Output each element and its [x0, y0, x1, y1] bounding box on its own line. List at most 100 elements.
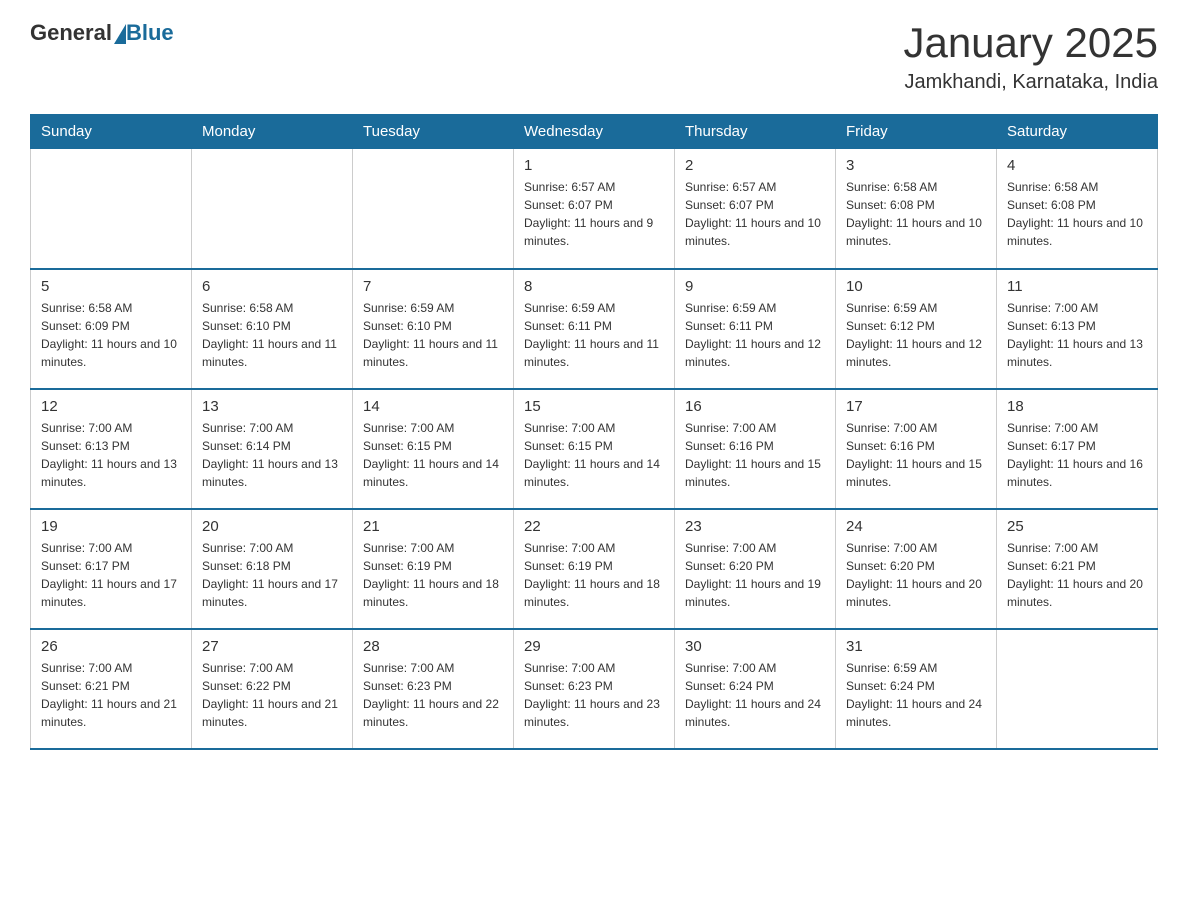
- calendar-day-cell: [31, 149, 192, 269]
- day-info: Sunrise: 6:57 AM Sunset: 6:07 PM Dayligh…: [524, 178, 664, 250]
- day-info: Sunrise: 6:59 AM Sunset: 6:11 PM Dayligh…: [524, 299, 664, 371]
- calendar-day-cell: 30Sunrise: 7:00 AM Sunset: 6:24 PM Dayli…: [675, 629, 836, 749]
- day-number: 1: [524, 157, 664, 174]
- day-number: 20: [202, 518, 342, 535]
- calendar-day-cell: 28 Sunrise: 7:00 AM Sunset: 6:23 PM Dayli…: [353, 629, 514, 749]
- day-number: 22: [524, 518, 664, 535]
- calendar-day-cell: [192, 149, 353, 269]
- calendar-week-row: 19Sunrise: 7:00 AM Sunset: 6:17 PM Dayli…: [31, 509, 1158, 629]
- day-info: Sunrise: 7:00 AM Sunset: 6:19 PM Dayligh…: [524, 539, 664, 611]
- calendar-week-row: 1 Sunrise: 6:57 AM Sunset: 6:07 PM Daylig…: [31, 149, 1158, 269]
- day-info: Sunrise: 7:00 AM Sunset: 6:16 PM Dayligh…: [846, 419, 986, 491]
- day-info: Sunrise: 7:00 AM Sunset: 6:17 PM Dayligh…: [1007, 419, 1147, 491]
- calendar-day-cell: 20 Sunrise: 7:00 AM Sunset: 6:18 PM Dayli…: [192, 509, 353, 629]
- weekday-header: Thursday: [675, 115, 836, 149]
- day-info: Sunrise: 7:00 AM Sunset: 6:20 PM Dayligh…: [846, 539, 986, 611]
- day-info: Sunrise: 7:00 AM Sunset: 6:18 PM Dayligh…: [202, 539, 342, 611]
- calendar-week-row: 26 Sunrise: 7:00 AM Sunset: 6:21 PM Dayli…: [31, 629, 1158, 749]
- weekday-header: Friday: [836, 115, 997, 149]
- day-info: Sunrise: 7:00 AM Sunset: 6:15 PM Dayligh…: [524, 419, 664, 491]
- calendar-day-cell: 7 Sunrise: 6:59 AM Sunset: 6:10 PM Daylig…: [353, 269, 514, 389]
- day-number: 8: [524, 278, 664, 295]
- calendar-day-cell: 24Sunrise: 7:00 AM Sunset: 6:20 PM Dayli…: [836, 509, 997, 629]
- day-number: 21: [363, 518, 503, 535]
- day-number: 26: [41, 638, 181, 655]
- day-info: Sunrise: 7:00 AM Sunset: 6:14 PM Dayligh…: [202, 419, 342, 491]
- calendar-day-cell: 8 Sunrise: 6:59 AM Sunset: 6:11 PM Daylig…: [514, 269, 675, 389]
- day-info: Sunrise: 6:59 AM Sunset: 6:12 PM Dayligh…: [846, 299, 986, 371]
- day-number: 5: [41, 278, 181, 295]
- day-number: 7: [363, 278, 503, 295]
- calendar-header-row: SundayMondayTuesdayWednesdayThursdayFrid…: [31, 115, 1158, 149]
- page-subtitle: Jamkhandi, Karnataka, India: [903, 71, 1158, 94]
- weekday-header: Monday: [192, 115, 353, 149]
- calendar-day-cell: 15 Sunrise: 7:00 AM Sunset: 6:15 PM Dayli…: [514, 389, 675, 509]
- day-number: 17: [846, 398, 986, 415]
- logo: General Blue: [30, 20, 174, 46]
- day-info: Sunrise: 6:58 AM Sunset: 6:08 PM Dayligh…: [1007, 178, 1147, 250]
- page-header: General Blue January 2025 Jamkhandi, Kar…: [30, 20, 1158, 94]
- calendar-day-cell: 18 Sunrise: 7:00 AM Sunset: 6:17 PM Dayli…: [997, 389, 1158, 509]
- day-info: Sunrise: 7:00 AM Sunset: 6:15 PM Dayligh…: [363, 419, 503, 491]
- calendar-day-cell: 26 Sunrise: 7:00 AM Sunset: 6:21 PM Dayli…: [31, 629, 192, 749]
- day-info: Sunrise: 7:00 AM Sunset: 6:23 PM Dayligh…: [524, 659, 664, 731]
- day-number: 14: [363, 398, 503, 415]
- day-number: 25: [1007, 518, 1147, 535]
- day-number: 28: [363, 638, 503, 655]
- day-info: Sunrise: 7:00 AM Sunset: 6:19 PM Dayligh…: [363, 539, 503, 611]
- title-block: January 2025 Jamkhandi, Karnataka, India: [903, 20, 1158, 94]
- calendar-day-cell: 12Sunrise: 7:00 AM Sunset: 6:13 PM Dayli…: [31, 389, 192, 509]
- calendar-day-cell: 19Sunrise: 7:00 AM Sunset: 6:17 PM Dayli…: [31, 509, 192, 629]
- calendar-day-cell: 1 Sunrise: 6:57 AM Sunset: 6:07 PM Daylig…: [514, 149, 675, 269]
- calendar-table: SundayMondayTuesdayWednesdayThursdayFrid…: [30, 114, 1158, 750]
- weekday-header: Tuesday: [353, 115, 514, 149]
- calendar-day-cell: 5Sunrise: 6:58 AM Sunset: 6:09 PM Daylig…: [31, 269, 192, 389]
- day-info: Sunrise: 6:59 AM Sunset: 6:11 PM Dayligh…: [685, 299, 825, 371]
- calendar-day-cell: 6Sunrise: 6:58 AM Sunset: 6:10 PM Daylig…: [192, 269, 353, 389]
- day-info: Sunrise: 6:57 AM Sunset: 6:07 PM Dayligh…: [685, 178, 825, 250]
- calendar-day-cell: 3 Sunrise: 6:58 AM Sunset: 6:08 PM Daylig…: [836, 149, 997, 269]
- calendar-day-cell: 31Sunrise: 6:59 AM Sunset: 6:24 PM Dayli…: [836, 629, 997, 749]
- day-info: Sunrise: 7:00 AM Sunset: 6:16 PM Dayligh…: [685, 419, 825, 491]
- calendar-day-cell: [353, 149, 514, 269]
- calendar-day-cell: [997, 629, 1158, 749]
- calendar-day-cell: 9 Sunrise: 6:59 AM Sunset: 6:11 PM Daylig…: [675, 269, 836, 389]
- calendar-week-row: 5Sunrise: 6:58 AM Sunset: 6:09 PM Daylig…: [31, 269, 1158, 389]
- day-number: 23: [685, 518, 825, 535]
- calendar-day-cell: 25Sunrise: 7:00 AM Sunset: 6:21 PM Dayli…: [997, 509, 1158, 629]
- calendar-day-cell: 21 Sunrise: 7:00 AM Sunset: 6:19 PM Dayli…: [353, 509, 514, 629]
- day-info: Sunrise: 6:59 AM Sunset: 6:10 PM Dayligh…: [363, 299, 503, 371]
- day-number: 18: [1007, 398, 1147, 415]
- calendar-day-cell: 27 Sunrise: 7:00 AM Sunset: 6:22 PM Dayli…: [192, 629, 353, 749]
- calendar-week-row: 12Sunrise: 7:00 AM Sunset: 6:13 PM Dayli…: [31, 389, 1158, 509]
- day-info: Sunrise: 6:58 AM Sunset: 6:08 PM Dayligh…: [846, 178, 986, 250]
- weekday-header: Sunday: [31, 115, 192, 149]
- day-info: Sunrise: 7:00 AM Sunset: 6:21 PM Dayligh…: [41, 659, 181, 731]
- weekday-header: Saturday: [997, 115, 1158, 149]
- calendar-day-cell: 10Sunrise: 6:59 AM Sunset: 6:12 PM Dayli…: [836, 269, 997, 389]
- day-info: Sunrise: 7:00 AM Sunset: 6:23 PM Dayligh…: [363, 659, 503, 731]
- day-info: Sunrise: 7:00 AM Sunset: 6:20 PM Dayligh…: [685, 539, 825, 611]
- day-number: 12: [41, 398, 181, 415]
- calendar-day-cell: 4 Sunrise: 6:58 AM Sunset: 6:08 PM Daylig…: [997, 149, 1158, 269]
- calendar-day-cell: 14 Sunrise: 7:00 AM Sunset: 6:15 PM Dayli…: [353, 389, 514, 509]
- calendar-day-cell: 2 Sunrise: 6:57 AM Sunset: 6:07 PM Daylig…: [675, 149, 836, 269]
- day-number: 9: [685, 278, 825, 295]
- day-number: 4: [1007, 157, 1147, 174]
- weekday-header: Wednesday: [514, 115, 675, 149]
- calendar-day-cell: 17 Sunrise: 7:00 AM Sunset: 6:16 PM Dayli…: [836, 389, 997, 509]
- day-number: 3: [846, 157, 986, 174]
- day-info: Sunrise: 7:00 AM Sunset: 6:13 PM Dayligh…: [1007, 299, 1147, 371]
- calendar-day-cell: 16Sunrise: 7:00 AM Sunset: 6:16 PM Dayli…: [675, 389, 836, 509]
- day-number: 15: [524, 398, 664, 415]
- calendar-day-cell: 29Sunrise: 7:00 AM Sunset: 6:23 PM Dayli…: [514, 629, 675, 749]
- logo-triangle-icon: [114, 24, 126, 44]
- calendar-day-cell: 22 Sunrise: 7:00 AM Sunset: 6:19 PM Dayli…: [514, 509, 675, 629]
- calendar-day-cell: 23 Sunrise: 7:00 AM Sunset: 6:20 PM Dayli…: [675, 509, 836, 629]
- day-number: 27: [202, 638, 342, 655]
- page-title: January 2025: [903, 20, 1158, 66]
- day-number: 30: [685, 638, 825, 655]
- day-number: 2: [685, 157, 825, 174]
- logo-general-text: General: [30, 20, 112, 46]
- day-info: Sunrise: 7:00 AM Sunset: 6:22 PM Dayligh…: [202, 659, 342, 731]
